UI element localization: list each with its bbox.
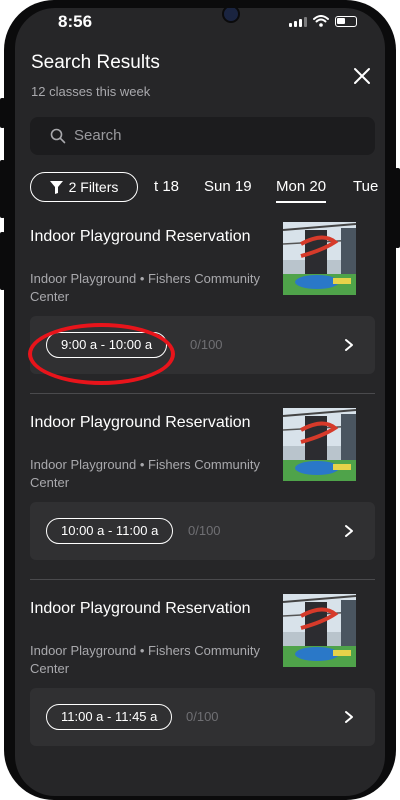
results-count: 12 classes this week (31, 84, 151, 99)
tab-mon-20[interactable]: Mon 20 (276, 178, 327, 203)
time-slot-row[interactable]: 10:00 a - 11:00 a 0/100 (30, 502, 375, 560)
side-button-right (395, 168, 400, 248)
class-title: Indoor Playground Reservation (30, 414, 251, 431)
time-slot-row[interactable]: 11:00 a - 11:45 a 0/100 (30, 688, 375, 746)
capacity-count: 0/100 (186, 709, 219, 724)
search-bar[interactable] (30, 117, 375, 155)
filters-button[interactable]: 2 Filters (30, 172, 138, 202)
battery-icon (335, 15, 357, 27)
side-button-left-2 (0, 160, 5, 218)
cellular-signal-icon (289, 15, 307, 27)
chevron-right-icon[interactable] (344, 524, 354, 538)
status-icons (289, 15, 357, 27)
time-slot-button[interactable]: 11:00 a - 11:45 a (46, 704, 173, 730)
app-screen: 8:56 Search Results 12 classes this week (15, 8, 385, 796)
tab-tue[interactable]: Tue (353, 178, 378, 195)
tab-sat-18[interactable]: t 18 (154, 178, 179, 195)
chevron-right-icon[interactable] (344, 338, 354, 352)
side-button-left-1 (0, 98, 5, 128)
chevron-right-icon[interactable] (344, 710, 354, 724)
tab-sun-19[interactable]: Sun 19 (204, 178, 252, 195)
class-location: Indoor Playground • Fishers Community Ce… (30, 457, 260, 490)
side-button-left-3 (0, 232, 5, 290)
class-title: Indoor Playground Reservation (30, 600, 251, 617)
card-divider (30, 579, 375, 580)
card-divider (30, 393, 375, 394)
class-location: Indoor Playground • Fishers Community Ce… (30, 271, 260, 304)
filters-label: 2 Filters (68, 179, 119, 195)
search-icon (50, 128, 66, 144)
filter-funnel-icon (49, 180, 63, 194)
front-camera (222, 8, 240, 23)
capacity-count: 0/100 (190, 337, 223, 352)
wifi-icon (313, 15, 329, 27)
day-tabs: 2 Filters t 18 Sun 19 Mon 20 Tue (15, 170, 385, 206)
status-bar: 8:56 (15, 8, 385, 44)
page-title: Search Results (31, 52, 160, 73)
red-highlight-circle (28, 323, 175, 385)
phone-frame: 8:56 Search Results 12 classes this week (0, 0, 400, 800)
playground-thumbnail (283, 594, 356, 667)
class-location: Indoor Playground • Fishers Community Ce… (30, 643, 260, 676)
search-input[interactable] (74, 117, 354, 155)
class-title: Indoor Playground Reservation (30, 228, 251, 245)
time-slot-button[interactable]: 10:00 a - 11:00 a (46, 518, 174, 544)
playground-thumbnail (283, 222, 356, 295)
status-time: 8:56 (58, 12, 93, 31)
capacity-count: 0/100 (188, 523, 221, 538)
playground-thumbnail (283, 408, 356, 481)
close-icon[interactable] (352, 66, 372, 86)
